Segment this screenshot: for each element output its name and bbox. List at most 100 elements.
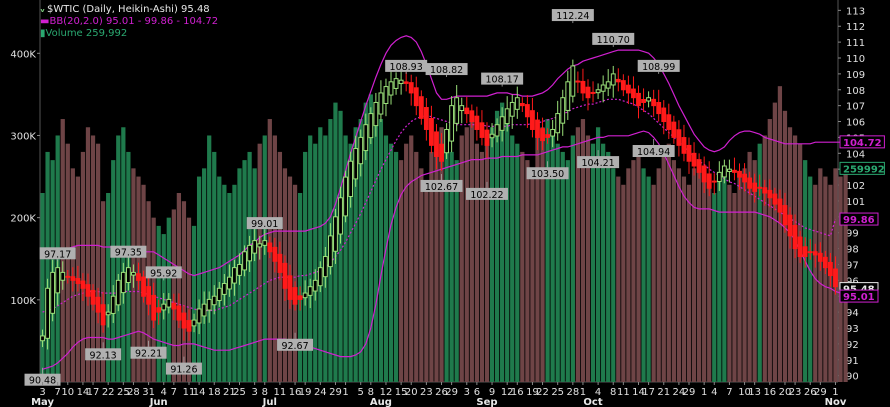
last-value-label: 99.86 [843,215,875,226]
volume-bar [388,143,394,382]
price-callout-label: 95.92 [150,268,177,279]
candle-body [464,107,470,115]
candle-body [812,251,818,256]
volume-bar [585,135,591,382]
time-tick-label: 1 [342,387,348,398]
volume-bar [393,151,399,382]
candle-body [631,88,636,99]
volume-bar [80,151,86,382]
volume-bar [787,127,793,383]
time-tick-label: 3 [464,387,470,398]
candle-body [706,173,712,189]
volume-bar [671,160,676,382]
price-callout-label: 108.93 [390,62,423,73]
candle-body [247,244,253,262]
time-tick-label: 23 [789,387,802,398]
volume-bar [838,176,843,382]
volume-bar [494,110,500,383]
candle-body [45,287,50,339]
volume-bar [601,143,606,382]
candle-body [610,73,616,86]
price-tick-label: 109 [846,70,865,81]
candle-body [590,91,596,94]
volume-bar [813,184,818,382]
price-tick-label: 102 [846,181,865,192]
candle-body [226,276,232,290]
volume-bar [616,176,621,382]
candle-body [494,124,500,137]
candle-body [666,114,672,130]
price-callout-label: 99.01 [251,219,278,230]
price-tick-label: 112 [846,22,865,33]
candle-body [550,128,556,137]
time-tick-label: 17 [87,387,100,398]
candle-body [55,267,61,294]
volume-bar [681,176,687,382]
candle-body [676,129,682,146]
candle-body [681,137,687,154]
price-tick-label: 101 [846,197,865,208]
candle-body [166,298,172,308]
price-callout-label: 97.17 [44,249,71,260]
price-callout-label: 108.17 [486,75,519,86]
candle-body [343,176,348,217]
volume-bar [409,135,414,382]
candle-body [817,252,823,262]
candle-body [585,86,591,99]
volume-bar [212,151,217,382]
volume-bar [808,176,813,382]
volume-bar [207,135,212,382]
candle-body [444,128,449,154]
price-tick-label: 108 [846,86,865,97]
candle-body [499,116,505,131]
volume-bar [792,135,798,382]
candle-body [277,253,283,273]
candle-body [429,118,434,146]
candle-body [595,89,601,94]
candle-body [338,197,343,235]
candle-body [762,187,768,194]
volume-bar [777,86,783,382]
candle-body [408,82,414,94]
candle-body [555,113,561,134]
candle-body [348,160,354,198]
volume-bar [772,102,777,382]
candle-body [469,110,475,123]
candle-body [136,273,141,281]
volume-bar [176,193,182,382]
price-callout: 99.01 [246,217,283,232]
candle-body [671,121,677,138]
candle-body [242,251,247,271]
price-callout: 108.93 [385,59,428,74]
price-callout-label: 92.67 [281,341,308,352]
volume-bar [40,193,45,382]
candle-body [237,263,242,276]
candle-body [772,193,778,205]
price-callout-label: 104.94 [637,147,670,158]
candle-body [40,335,45,342]
time-tick-label: 8 [610,387,616,398]
month-label: Sep [476,397,497,407]
candle-body [833,268,838,288]
candle-body [696,159,702,173]
candle-body [206,298,212,311]
price-callout: 108.17 [481,72,524,87]
time-tick-label: 7 [171,387,177,398]
candle-body [732,169,737,173]
volume-bar [65,143,70,382]
price-callout: 92.13 [85,342,122,361]
time-tick-label: 20 [405,387,418,398]
last-value-tag: 104.72 [839,135,885,149]
candle-body [307,286,313,296]
candle-body [489,133,495,139]
candle-body [449,105,455,142]
candle-body [383,86,389,104]
candle-body [792,225,798,250]
price-callout: 92.67 [277,332,314,352]
time-tick-label: 23 [420,387,433,398]
candle-body [221,283,227,295]
price-tick-label: 98 [846,245,859,256]
price-callout-label: 102.22 [470,190,503,201]
candle-body [434,131,439,157]
time-tick-label: 16 [511,387,524,398]
